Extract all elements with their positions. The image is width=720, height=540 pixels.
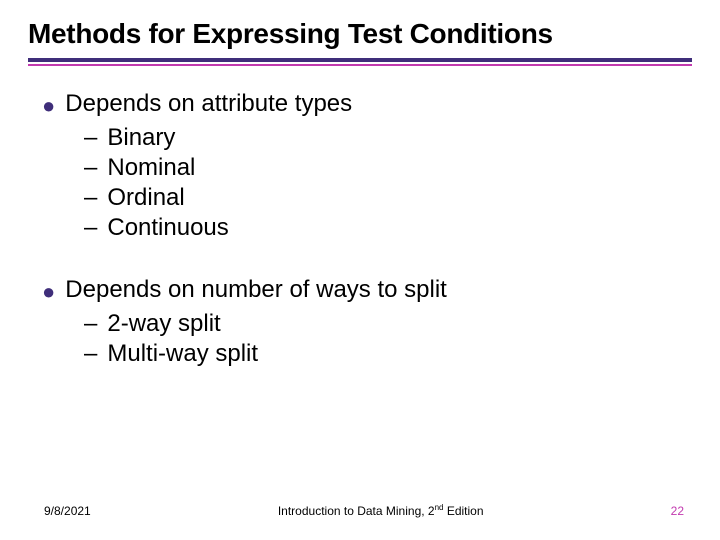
bullet-text: Depends on number of ways to split (65, 276, 447, 304)
sub-bullet-item: – Nominal (84, 154, 682, 182)
sub-bullet-text: 2-way split (107, 310, 220, 338)
footer-center-prefix: Introduction to Data Mining, 2 (278, 504, 435, 518)
bullet-group-2: ● Depends on number of ways to split – 2… (42, 276, 682, 368)
bullet-item: ● Depends on attribute types (42, 90, 682, 118)
slide-title: Methods for Expressing Test Conditions (28, 18, 692, 50)
dash-icon: – (84, 184, 97, 212)
sub-bullet-item: – Ordinal (84, 184, 682, 212)
sub-bullet-item: – Continuous (84, 214, 682, 242)
sub-bullet-text: Multi-way split (107, 340, 258, 368)
bullet-group-1: ● Depends on attribute types – Binary – … (42, 90, 682, 242)
sub-bullet-item: – Multi-way split (84, 340, 682, 368)
sub-bullet-text: Nominal (107, 154, 195, 182)
content-area: ● Depends on attribute types – Binary – … (28, 66, 692, 368)
dash-icon: – (84, 214, 97, 242)
title-rule (28, 58, 692, 66)
bullet-icon: ● (42, 281, 55, 303)
dash-icon: – (84, 154, 97, 182)
bullet-item: ● Depends on number of ways to split (42, 276, 682, 304)
footer-center-ordinal: nd (435, 503, 444, 512)
footer-date: 9/8/2021 (44, 504, 91, 518)
dash-icon: – (84, 340, 97, 368)
footer-center: Introduction to Data Mining, 2nd Edition (91, 503, 671, 518)
footer-center-suffix: Edition (444, 504, 484, 518)
sub-bullet-item: – 2-way split (84, 310, 682, 338)
sub-bullet-item: – Binary (84, 124, 682, 152)
sub-bullet-text: Binary (107, 124, 175, 152)
sublist: – Binary – Nominal – Ordinal – Continuou… (84, 124, 682, 242)
bullet-text: Depends on attribute types (65, 90, 352, 118)
dash-icon: – (84, 124, 97, 152)
sublist: – 2-way split – Multi-way split (84, 310, 682, 368)
dash-icon: – (84, 310, 97, 338)
page-number: 22 (671, 504, 684, 518)
sub-bullet-text: Ordinal (107, 184, 184, 212)
slide-footer: 9/8/2021 Introduction to Data Mining, 2n… (0, 503, 720, 518)
sub-bullet-text: Continuous (107, 214, 228, 242)
bullet-icon: ● (42, 95, 55, 117)
rule-top-bar (28, 58, 692, 62)
